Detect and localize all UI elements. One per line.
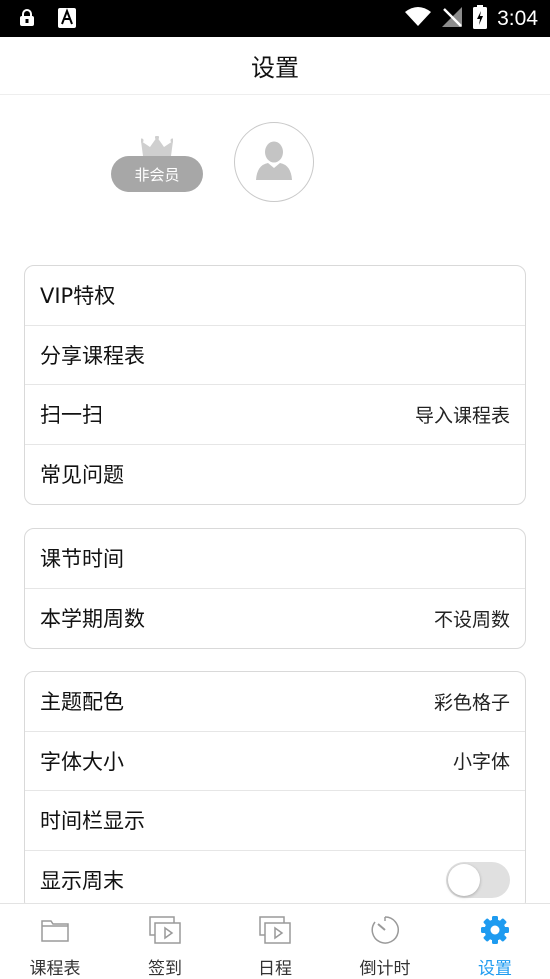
profile-section: 非会员 (0, 96, 550, 246)
gear-icon (479, 914, 511, 946)
row-time-column[interactable]: 时间栏显示 (25, 791, 525, 851)
row-label: 主题配色 (40, 690, 124, 715)
tab-label: 日程 (258, 959, 292, 979)
toggle-knob (448, 864, 480, 897)
row-label: 显示周末 (40, 869, 124, 894)
page-header: 设置 (0, 37, 550, 95)
status-bar: 3:04 (0, 0, 550, 37)
settings-group-display: 主题配色 彩色格子 字体大小 小字体 时间栏显示 显示周末 (24, 671, 526, 911)
tab-checkin[interactable]: 签到 (110, 904, 220, 979)
tab-label: 课程表 (29, 959, 81, 979)
show-weekend-toggle[interactable] (446, 862, 510, 899)
membership-badge-group[interactable]: 非会员 (111, 135, 203, 192)
lock-icon (18, 8, 36, 28)
font-a-icon (58, 8, 76, 28)
row-term-weeks[interactable]: 本学期周数 不设周数 (25, 589, 525, 649)
row-value: 不设周数 (433, 608, 510, 631)
tab-agenda[interactable]: 日程 (220, 904, 330, 979)
settings-group-general: VIP特权 分享课程表 扫一扫 导入课程表 常见问题 (24, 265, 526, 505)
status-time: 3:04 (497, 7, 538, 30)
slides-play-icon (149, 914, 181, 946)
row-theme-color[interactable]: 主题配色 彩色格子 (25, 672, 525, 732)
membership-badge: 非会员 (111, 156, 203, 192)
row-label: 分享课程表 (40, 343, 145, 368)
timer-icon (369, 914, 401, 946)
row-label: 字体大小 (40, 749, 124, 774)
row-label: 本学期周数 (40, 607, 145, 632)
folder-icon (39, 914, 71, 946)
tab-label: 签到 (148, 959, 182, 979)
row-label: 扫一扫 (40, 403, 103, 428)
slides-play-icon (259, 914, 291, 946)
avatar[interactable] (234, 122, 314, 202)
user-icon (256, 140, 292, 184)
page-title: 设置 (251, 54, 299, 82)
row-value: 彩色格子 (433, 691, 510, 714)
tab-label: 倒计时 (359, 959, 411, 979)
row-share-schedule[interactable]: 分享课程表 (25, 326, 525, 385)
settings-group-term: 课节时间 本学期周数 不设周数 (24, 528, 526, 649)
row-value: 小字体 (452, 751, 510, 774)
no-signal-icon (441, 6, 463, 32)
row-scan[interactable]: 扫一扫 导入课程表 (25, 385, 525, 445)
tab-schedule[interactable]: 课程表 (0, 904, 110, 979)
row-class-time[interactable]: 课节时间 (25, 529, 525, 589)
bottom-tab-bar: 课程表 签到 日程 倒计时 设置 (0, 903, 550, 979)
row-label: 时间栏显示 (40, 809, 145, 834)
row-faq[interactable]: 常见问题 (25, 445, 525, 505)
row-show-weekend: 显示周末 (25, 851, 525, 911)
row-value: 导入课程表 (414, 404, 510, 427)
row-font-size[interactable]: 字体大小 小字体 (25, 732, 525, 791)
tab-countdown[interactable]: 倒计时 (330, 904, 440, 979)
battery-charging-icon (473, 5, 488, 33)
tab-settings[interactable]: 设置 (440, 904, 550, 979)
wifi-icon (405, 7, 432, 31)
row-label: 课节时间 (40, 547, 124, 572)
row-label: 常见问题 (40, 463, 124, 488)
row-label: VIP特权 (40, 284, 116, 309)
tab-label: 设置 (478, 959, 512, 979)
row-vip-privileges[interactable]: VIP特权 (25, 266, 525, 326)
